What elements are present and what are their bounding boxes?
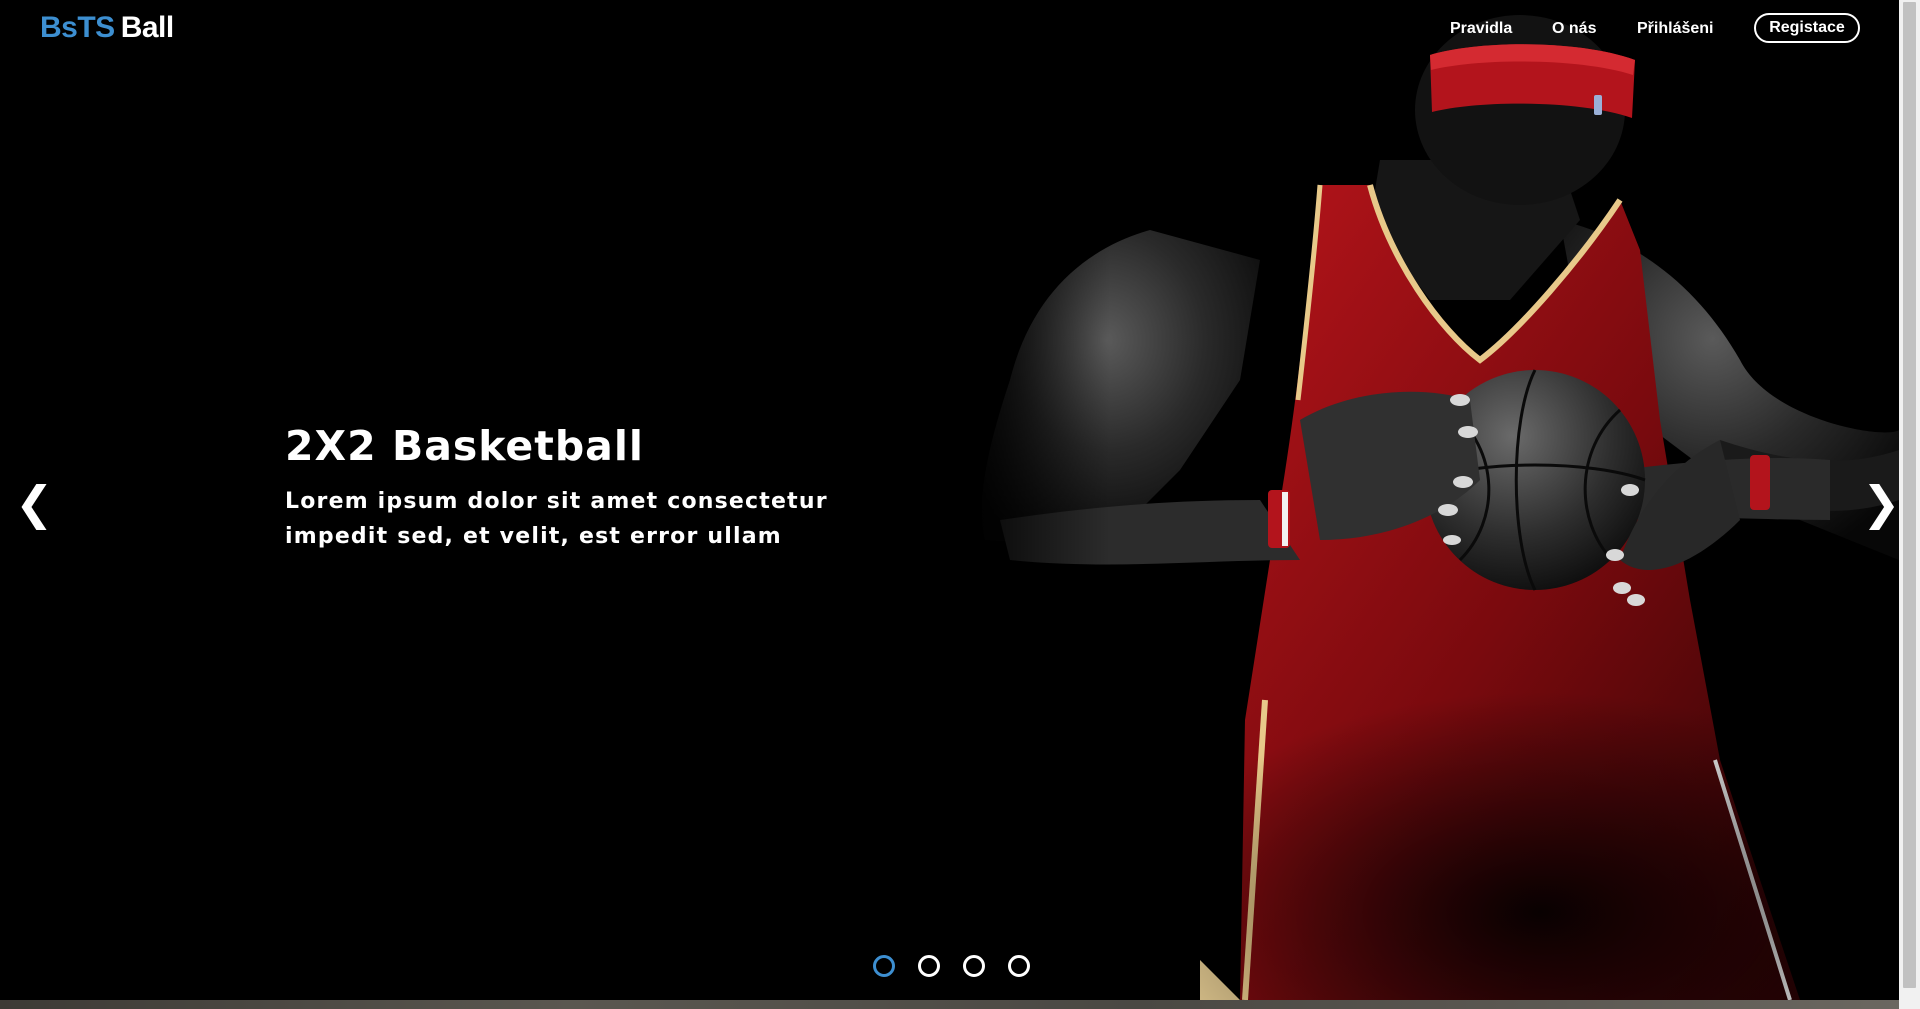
carousel-dot-1[interactable] (873, 955, 895, 977)
hero-title: 2X2 Basketball (285, 422, 644, 470)
brand-logo-part1: BsTS (40, 11, 115, 44)
nav-link-prihlaseni[interactable]: Přihlášeni (1637, 20, 1713, 38)
hero-text: Lorem ipsum dolor sit amet consectetur i… (285, 489, 828, 549)
vertical-scrollbar[interactable] (1899, 0, 1920, 1009)
chevron-right-icon[interactable]: ❯ (1862, 478, 1899, 528)
page: BsTS Ball Pravidla O nás Přihlášeni Regis… (0, 0, 1920, 1009)
hero-caption: 2X2 Basketball Lorem ipsum dolor sit ame… (285, 418, 885, 554)
nav-link-pravidla[interactable]: Pravidla (1450, 20, 1512, 38)
brand-logo[interactable]: BsTS Ball (40, 11, 174, 45)
next-section-preview (0, 1000, 1899, 1009)
top-navbar: BsTS Ball Pravidla O nás Přihlášeni Regis… (0, 0, 1899, 58)
carousel-dot-2[interactable] (918, 955, 940, 977)
brand-logo-part2: Ball (120, 11, 175, 44)
scrollbar-thumb[interactable] (1903, 2, 1916, 988)
chevron-left-icon[interactable]: ❮ (15, 478, 54, 528)
nav-link-o-nas[interactable]: O nás (1552, 20, 1596, 38)
carousel-dot-3[interactable] (963, 955, 985, 977)
carousel-dot-4[interactable] (1008, 955, 1030, 977)
hero-carousel: BsTS Ball Pravidla O nás Přihlášeni Regis… (0, 0, 1899, 1000)
register-button[interactable]: Registace (1754, 13, 1860, 43)
